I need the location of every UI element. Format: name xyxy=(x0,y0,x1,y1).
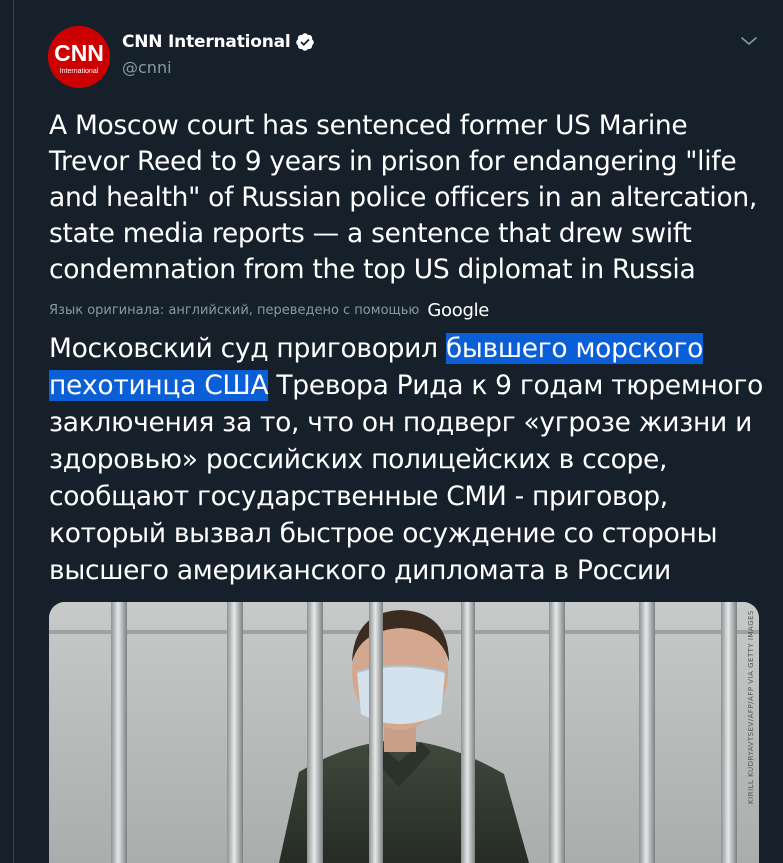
tweet-original-text: A Moscow court has sentenced former US M… xyxy=(49,110,758,285)
google-logo: Google xyxy=(427,300,490,321)
avatar-logo-text: CNN xyxy=(54,40,104,66)
avatar-sub-text: International xyxy=(60,68,99,75)
verified-badge-icon xyxy=(295,32,315,52)
translated-text-start: Московский суд приговорил xyxy=(49,333,446,364)
translation-note: Язык оригинала: английский, переведено с… xyxy=(49,303,420,318)
photo-credit: KIRILL KUDRYAVTSEV/AFP/AFP VIA GETTY IMA… xyxy=(747,610,755,804)
translation-attribution: Язык оригинала: английский, переведено с… xyxy=(49,300,489,321)
account-name[interactable]: CNN International xyxy=(122,32,291,52)
account-name-row[interactable]: CNN International xyxy=(122,32,315,52)
tweet-translated-text: Московский суд приговорил бывшего морско… xyxy=(49,330,769,589)
tweet-photo[interactable]: KIRILL KUDRYAVTSEV/AFP/AFP VIA GETTY IMA… xyxy=(49,602,759,863)
cnn-international-logo-icon: CNN International xyxy=(48,26,110,88)
account-handle[interactable]: @cnni xyxy=(122,58,172,77)
tweet-card[interactable]: CNN International CNN International @cnn… xyxy=(13,0,783,863)
selected-text-2: пехотинца США xyxy=(49,370,269,401)
avatar[interactable]: CNN International xyxy=(48,26,110,88)
translated-text-end: Тревора Рида к 9 годам тюремного заключе… xyxy=(49,370,763,586)
chevron-down-icon[interactable] xyxy=(738,32,760,50)
selected-text-1: бывшего морского xyxy=(445,333,704,364)
